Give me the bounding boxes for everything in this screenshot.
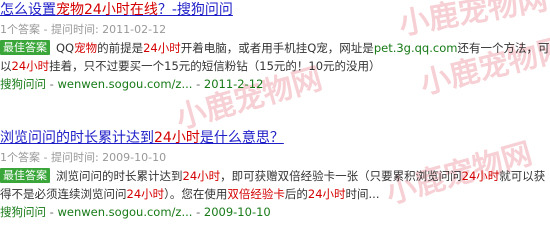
result-title-link[interactable]: 怎么设置宠物24小时在线？-搜狗问问 bbox=[0, 0, 550, 22]
result-meta: 1个答案 - 提问时间: 2011-02-12 bbox=[0, 23, 167, 36]
source-name[interactable]: 搜狗问问 bbox=[0, 77, 46, 91]
result-snippet: 最佳答案 QQ宠物的前提是24小时开着电脑，或者用手机挂Q宠，网址是pet.3g.… bbox=[0, 40, 550, 73]
source-url[interactable]: wenwen.sogou.com/z... bbox=[57, 77, 192, 91]
result-source: 搜狗问问 - wenwen.sogou.com/z... - 2011-2-12 bbox=[0, 77, 264, 91]
result-snippet: 最佳答案 浏览问问的时长累计达到24小时，即可获赠双倍经验卡一张（只要累积浏览问问… bbox=[0, 168, 546, 201]
source-date: 2011-2-12 bbox=[203, 77, 264, 91]
answer-count: 1个答案 bbox=[0, 23, 40, 36]
source-url[interactable]: wenwen.sogou.com/z... bbox=[57, 205, 192, 219]
search-result: 怎么设置宠物24小时在线？-搜狗问问 1个答案 - 提问时间: 2011-02-… bbox=[0, 0, 550, 93]
source-name[interactable]: 搜狗问问 bbox=[0, 205, 46, 219]
answer-count: 1个答案 bbox=[0, 151, 40, 164]
result-title-link[interactable]: 浏览问问的时长累计达到24小时是什么意思？ bbox=[0, 128, 550, 150]
best-answer-badge: 最佳答案 bbox=[0, 40, 50, 55]
best-answer-badge: 最佳答案 bbox=[0, 168, 50, 183]
question-date: 提问时间: 2011-02-12 bbox=[50, 23, 167, 36]
question-date: 提问时间: 2009-10-10 bbox=[50, 151, 167, 164]
search-result: 浏览问问的时长累计达到24小时是什么意思？ 1个答案 - 提问时间: 2009-… bbox=[0, 128, 550, 221]
result-meta: 1个答案 - 提问时间: 2009-10-10 bbox=[0, 151, 167, 164]
source-date: 2009-10-10 bbox=[203, 205, 271, 219]
result-source: 搜狗问问 - wenwen.sogou.com/z... - 2009-10-1… bbox=[0, 205, 271, 219]
